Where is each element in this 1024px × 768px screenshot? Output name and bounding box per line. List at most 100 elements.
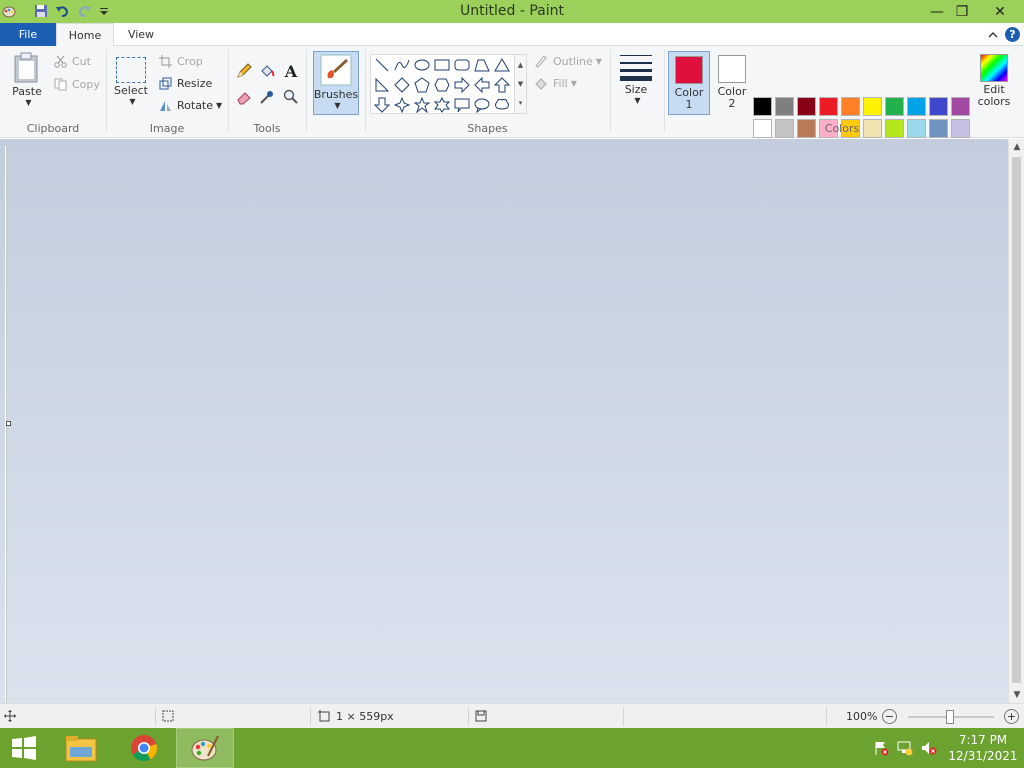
color1-button[interactable]: Color 1	[668, 51, 710, 115]
status-divider	[310, 707, 311, 726]
curve-shape-icon[interactable]	[392, 55, 412, 75]
cloud-callout-shape-icon[interactable]	[492, 95, 512, 115]
restore-button[interactable]: ❐	[947, 0, 977, 23]
tab-file[interactable]: File	[0, 23, 56, 46]
six-point-star-shape-icon[interactable]	[432, 95, 452, 115]
pentagon-shape-icon[interactable]	[412, 75, 432, 95]
palette-swatch[interactable]	[841, 97, 860, 116]
down-arrow-shape-icon[interactable]	[372, 95, 392, 115]
oval-shape-icon[interactable]	[412, 55, 432, 75]
action-center-flag-icon[interactable]	[873, 740, 889, 756]
rounded-rectangle-shape-icon[interactable]	[452, 55, 472, 75]
rectangular-callout-shape-icon[interactable]	[452, 95, 472, 115]
help-icon[interactable]: ?	[1005, 27, 1020, 42]
scrollbar-thumb[interactable]	[1012, 157, 1021, 683]
canvas-workspace[interactable]	[0, 139, 1008, 703]
taskbar-clock[interactable]: 7:17 PM 12/31/2021	[948, 732, 1018, 764]
palette-swatch[interactable]	[797, 97, 816, 116]
right-arrow-shape-icon[interactable]	[452, 75, 472, 95]
brushes-label: Brushes	[313, 88, 359, 101]
eraser-icon[interactable]	[234, 87, 254, 107]
close-button[interactable]: ✕	[977, 0, 1023, 23]
zoom-in-button[interactable]: +	[1004, 709, 1019, 724]
palette-swatch[interactable]	[951, 97, 970, 116]
scroll-up-icon[interactable]: ▲	[518, 61, 523, 69]
outline-button[interactable]: Outline ▼	[533, 51, 602, 71]
paint-taskbar-button[interactable]	[176, 728, 234, 768]
four-point-star-shape-icon[interactable]	[392, 95, 412, 115]
zoom-out-button[interactable]: −	[882, 709, 897, 724]
triangle-shape-icon[interactable]	[492, 55, 512, 75]
select-button[interactable]: Select ▼	[112, 52, 150, 106]
edit-colors-button[interactable]: Edit colors	[975, 52, 1013, 116]
network-icon[interactable]	[897, 740, 913, 756]
chrome-taskbar-button[interactable]	[115, 728, 173, 768]
right-triangle-shape-icon[interactable]	[372, 75, 392, 95]
shapes-scrollbar[interactable]: ▲ ▼ ▾	[515, 54, 527, 114]
text-tool-icon[interactable]: A	[281, 61, 301, 81]
palette-swatch[interactable]	[907, 97, 926, 116]
pencil-icon[interactable]	[234, 61, 254, 81]
size-button[interactable]: Size ▼	[616, 52, 656, 105]
fill-bucket-icon[interactable]	[257, 61, 277, 81]
group-divider	[365, 50, 366, 132]
palette-swatch[interactable]	[775, 97, 794, 116]
canvas-resize-handle[interactable]	[6, 421, 11, 426]
copy-label: Copy	[72, 77, 100, 91]
tools-group-label: Tools	[253, 122, 281, 135]
status-bar: 1 × 559px 100% − +	[0, 703, 1024, 728]
volume-muted-icon[interactable]	[921, 740, 937, 756]
fill-icon	[533, 75, 549, 91]
clipboard-icon	[14, 52, 38, 83]
left-arrow-shape-icon[interactable]	[472, 75, 492, 95]
polygon-shape-icon[interactable]	[472, 55, 492, 75]
group-divider	[610, 50, 611, 132]
clock-date: 12/31/2021	[948, 749, 1018, 763]
color2-swatch	[718, 55, 746, 83]
vertical-scrollbar[interactable]: ▲ ▼	[1008, 139, 1024, 703]
hexagon-shape-icon[interactable]	[432, 75, 452, 95]
image-group-label: Image	[149, 122, 185, 135]
magnifier-icon[interactable]	[281, 87, 301, 107]
start-button[interactable]	[0, 728, 48, 768]
select-label: Select	[114, 84, 148, 97]
crop-button[interactable]: Crop	[157, 51, 203, 71]
palette-swatch[interactable]	[929, 97, 948, 116]
palette-swatch[interactable]	[863, 97, 882, 116]
outline-icon	[533, 53, 549, 69]
window-title: Untitled - Paint	[460, 3, 564, 19]
color2-button[interactable]: Color 2	[711, 51, 753, 115]
folder-icon	[65, 736, 97, 762]
crop-icon	[157, 53, 173, 69]
zoom-slider-thumb[interactable]	[946, 710, 954, 724]
rotate-button[interactable]: Rotate ▼	[157, 95, 222, 115]
resize-button[interactable]: Resize	[157, 73, 212, 93]
size-label: Size	[624, 83, 648, 96]
cut-button[interactable]: Cut	[52, 51, 91, 71]
palette-swatch[interactable]	[885, 97, 904, 116]
palette-swatch[interactable]	[819, 97, 838, 116]
collapse-ribbon-icon[interactable]	[985, 27, 1000, 42]
color-picker-icon[interactable]	[257, 87, 277, 107]
line-shape-icon[interactable]	[372, 55, 392, 75]
fill-label: Fill	[553, 76, 568, 90]
rectangle-shape-icon[interactable]	[432, 55, 452, 75]
file-explorer-taskbar-button[interactable]	[52, 728, 110, 768]
copy-button[interactable]: Copy	[52, 74, 100, 94]
expand-gallery-icon[interactable]: ▾	[519, 99, 523, 107]
diamond-shape-icon[interactable]	[392, 75, 412, 95]
brushes-button[interactable]: Brushes ▼	[313, 51, 359, 115]
paste-label: Paste	[12, 85, 42, 98]
palette-swatch[interactable]	[753, 97, 772, 116]
paste-button[interactable]: Paste ▼	[8, 52, 46, 107]
tab-home[interactable]: Home	[56, 23, 114, 47]
fill-button[interactable]: Fill ▼	[533, 73, 577, 93]
scroll-down-arrow-icon[interactable]: ▼	[1009, 687, 1024, 703]
five-point-star-shape-icon[interactable]	[412, 95, 432, 115]
tab-view[interactable]: View	[114, 23, 168, 46]
scroll-up-arrow-icon[interactable]: ▲	[1009, 139, 1024, 155]
oval-callout-shape-icon[interactable]	[472, 95, 492, 115]
status-divider	[468, 707, 469, 726]
scroll-down-icon[interactable]: ▼	[518, 80, 523, 88]
up-arrow-shape-icon[interactable]	[492, 75, 512, 95]
